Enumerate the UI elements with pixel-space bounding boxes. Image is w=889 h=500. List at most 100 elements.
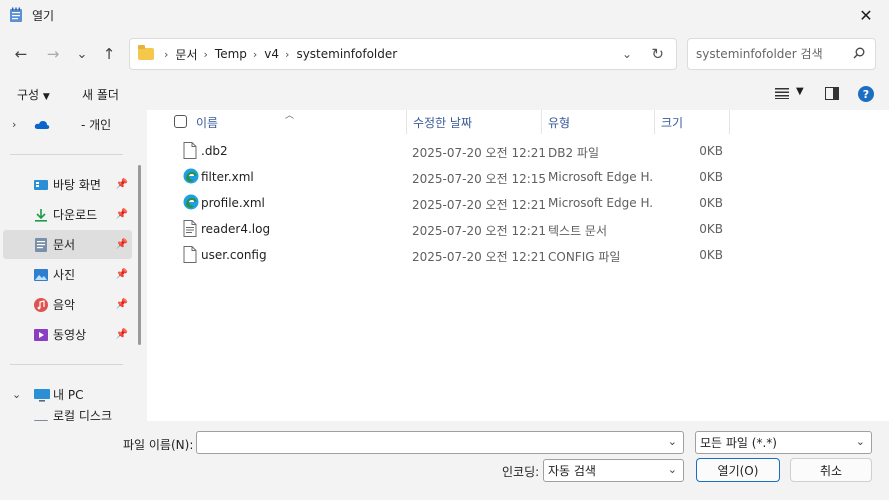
download-icon [34,208,48,222]
sidebar-item-label: 바탕 화면 [53,178,101,192]
breadcrumb-documents[interactable]: 문서 [175,46,197,63]
forward-arrow-icon: → [46,45,60,63]
pin-icon: 📌 [115,239,128,250]
sidebar-scrollbar[interactable] [138,165,141,345]
file-name: reader4.log [201,222,271,236]
file-type-filter-value: 모든 파일 (*.*) [700,436,777,450]
column-header-date[interactable]: 수정한 날짜 [413,110,472,134]
search-box[interactable] [687,38,876,70]
navigation-bar: ← → ⌄ ↑ › 문서 › Temp › v4 › systeminfofol… [0,30,889,78]
sidebar-item-onedrive[interactable]: › - 개인 [3,110,132,139]
edge-icon [183,168,199,185]
chevron-right-icon: › [285,47,290,61]
music-icon [34,297,48,312]
file-size: 0KB [699,196,723,210]
chevron-right-icon: › [203,47,208,61]
text-file-icon [183,220,197,237]
computer-icon [34,388,50,402]
chevron-right-icon[interactable]: › [12,118,16,131]
up-button[interactable]: ↑ [97,42,121,66]
file-type-filter[interactable]: 모든 파일 (*.*) ⌄ [695,431,872,454]
file-row[interactable]: filter.xml 2025-07-20 오전 12:15 Microsoft… [147,164,889,190]
file-row[interactable]: profile.xml 2025-07-20 오전 12:21 Microsof… [147,190,889,216]
file-name: .db2 [201,144,228,158]
address-bar[interactable]: › 문서 › Temp › v4 › systeminfofolder ⌄ ↻ [129,38,677,70]
window-title: 열기 [32,8,55,23]
pin-icon: 📌 [115,269,128,280]
close-button[interactable]: ✕ [843,0,889,30]
recent-locations-button[interactable]: ⌄ [70,42,94,66]
sidebar-divider [10,154,123,155]
file-type: Microsoft Edge H... [548,170,652,184]
sidebar-item-desktop[interactable]: 바탕 화면 📌 [3,170,132,199]
forward-button[interactable]: → [41,42,65,66]
new-folder-button[interactable]: 새 폴더 [82,86,119,103]
breadcrumb-temp[interactable]: Temp [215,47,247,61]
help-icon[interactable]: ? [858,86,874,102]
sidebar-item-videos[interactable]: 동영상 📌 [3,320,132,349]
search-icon[interactable] [853,47,865,59]
folder-icon [138,45,154,60]
file-row[interactable]: user.config 2025-07-20 오전 12:21 CONFIG 파… [147,242,889,268]
file-row[interactable]: .db2 2025-07-20 오전 12:21 DB2 파일 0KB [147,138,889,164]
column-separator[interactable] [729,110,730,134]
chevron-right-icon: › [164,47,169,61]
sidebar-item-downloads[interactable]: 다운로드 📌 [3,200,132,229]
view-options-dropdown[interactable]: ▼ [796,86,804,97]
file-size: 0KB [699,144,723,158]
sidebar-item-music[interactable]: 음악 📌 [3,290,132,319]
cancel-button[interactable]: 취소 [790,458,872,482]
column-header-size[interactable]: 크기 [661,110,683,134]
pin-icon: 📌 [115,299,128,310]
encoding-select[interactable]: 자동 검색 ⌄ [543,459,684,482]
column-header-name[interactable]: 이름 [196,110,218,134]
open-button[interactable]: 열기(O) [696,458,780,482]
column-separator[interactable] [406,110,407,134]
address-dropdown-icon[interactable]: ⌄ [622,47,632,61]
file-name: filter.xml [201,170,254,184]
command-bar: 구성 ▼ 새 폴더 ▼ ? [0,78,889,110]
organize-label: 구성 [17,88,40,102]
search-input[interactable] [696,47,846,61]
dialog-footer: 파일 이름(N): ⌄ 모든 파일 (*.*) ⌄ 인코딩: 자동 검색 ⌄ 열… [0,421,889,500]
pictures-icon [34,268,48,282]
file-name: user.config [201,248,267,262]
videos-icon [34,328,48,342]
column-separator[interactable] [654,110,655,134]
desktop-icon [34,178,48,192]
select-all-checkbox[interactable] [174,115,187,128]
sidebar-item-label: 음악 [53,298,76,312]
notepad-icon [9,7,23,23]
chevron-down-icon[interactable]: ⌄ [12,388,21,401]
file-size: 0KB [699,170,723,184]
sidebar-item-pictures[interactable]: 사진 📌 [3,260,132,289]
file-type: DB2 파일 [548,146,600,160]
column-header-type[interactable]: 유형 [548,110,570,134]
chevron-down-icon[interactable]: ⌄ [668,435,677,448]
breadcrumb: › 문서 › Temp › v4 › systeminfofolder [158,46,397,63]
file-row[interactable]: reader4.log 2025-07-20 오전 12:21 텍스트 문서 0… [147,216,889,242]
organize-button[interactable]: 구성 ▼ [17,86,50,103]
file-date: 2025-07-20 오전 12:21 [412,250,547,264]
sidebar-item-documents[interactable]: 문서 📌 [3,230,132,259]
up-arrow-icon: ↑ [102,45,116,63]
preview-pane-icon[interactable] [825,87,839,100]
sidebar-item-local-disk[interactable]: 로컬 디스크 (C:) [3,408,132,421]
sidebar-item-this-pc[interactable]: ⌄ 내 PC [3,380,132,409]
sidebar-item-label: 다운로드 [53,208,98,222]
encoding-value: 자동 검색 [548,464,596,478]
breadcrumb-v4[interactable]: v4 [264,47,279,61]
filename-combobox[interactable]: ⌄ [196,431,684,454]
encoding-label: 인코딩: [502,465,540,479]
file-date: 2025-07-20 오전 12:21 [412,146,547,160]
chevron-down-icon[interactable]: ⌄ [668,463,677,476]
file-icon [183,246,197,263]
back-button[interactable]: ← [9,42,33,66]
sidebar-item-label: 내 PC [53,388,84,402]
breadcrumb-systeminfofolder[interactable]: systeminfofolder [296,47,397,61]
chevron-down-icon[interactable]: ⌄ [856,435,865,448]
documents-icon [34,237,48,252]
refresh-icon[interactable]: ↻ [651,45,664,63]
column-separator[interactable] [541,110,542,134]
list-view-icon[interactable] [775,87,789,99]
